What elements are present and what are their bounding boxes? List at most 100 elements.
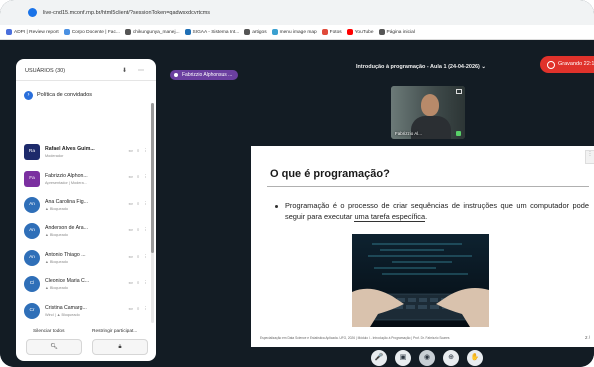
bookmark-item[interactable]: ADPI | Review report bbox=[6, 29, 59, 35]
more-icon[interactable]: ⋮ bbox=[144, 174, 149, 180]
participant-row[interactable]: Fa Fabrizzio Alphon... Apresentador | Mode… bbox=[22, 165, 154, 191]
more-icon[interactable]: ⋮ bbox=[144, 280, 149, 286]
restrict-label: Restringir participat... bbox=[92, 329, 138, 334]
participant-name: Cristina Camarg... bbox=[45, 304, 87, 311]
meeting-title[interactable]: Introdução à programação - Aula 1 (24-04… bbox=[356, 64, 486, 70]
search-icon[interactable]: ○ bbox=[137, 201, 140, 207]
search-icon[interactable]: ○ bbox=[137, 148, 140, 154]
participant-controls: ▭ ○ ⋮ bbox=[129, 201, 148, 207]
participant-row[interactable]: An Ana Carolina Fig... ▲ Bloqueado ▭ ○ ⋮ bbox=[22, 192, 154, 218]
search-icon[interactable]: ○ bbox=[137, 174, 140, 180]
participant-row[interactable]: Cr Cristina Camarg... Wind | ▲ Bloqueado ▭ ○… bbox=[22, 297, 154, 323]
more-icon[interactable]: ⋯ bbox=[138, 67, 144, 74]
search-icon[interactable]: ○ bbox=[137, 227, 140, 233]
participant-controls: ▭ ○ ⋮ bbox=[129, 148, 148, 154]
mic-active-icon bbox=[456, 131, 461, 136]
participants-scrollbar[interactable] bbox=[151, 103, 154, 323]
participant-row[interactable]: An Antonio Thiago ... ▲ Bloqueado ▭ ○ ⋮ bbox=[22, 245, 154, 271]
conference-app: USUÁRIOS (30) ⬇ ⋯ › Política de convidad… bbox=[0, 40, 594, 367]
recording-button[interactable]: Gravando 22:1 bbox=[540, 56, 594, 73]
guest-policy-icon: › bbox=[24, 90, 33, 100]
bookmark-item[interactable]: Corpo Docente | Fac... bbox=[63, 29, 120, 35]
chat-icon[interactable]: ▭ bbox=[129, 280, 133, 286]
browser-address-bar[interactable]: live-cnd15.mconf.rnp.br/html5client/?ses… bbox=[0, 0, 594, 25]
expand-icon[interactable] bbox=[456, 89, 462, 94]
slide-bullet: Programação é o processo de criar sequên… bbox=[273, 201, 589, 222]
avatar: An bbox=[24, 223, 40, 240]
presentation-slide: ⋮ O que é programação? Programação é o p… bbox=[251, 146, 594, 347]
scrollbar-thumb[interactable] bbox=[151, 103, 154, 253]
bookmark-item[interactable]: SIGAA - Sistema Int... bbox=[184, 29, 239, 35]
bookmark-label: YouTube bbox=[354, 29, 374, 35]
more-icon[interactable]: ⋮ bbox=[144, 201, 149, 207]
meeting-controls: 🎤 ▣ ◉ ⊕ ✋ bbox=[371, 350, 483, 366]
chat-icon[interactable]: ▭ bbox=[129, 148, 133, 154]
raise-hand-button[interactable]: ✋ bbox=[467, 350, 483, 366]
screen-share-button[interactable]: ▣ bbox=[395, 350, 411, 366]
mute-all-button[interactable]: 🔍︎ bbox=[26, 339, 82, 355]
slide-divider bbox=[267, 186, 589, 187]
restrict-button[interactable]: 🔒︎ bbox=[92, 339, 148, 355]
screen-frame: live-cnd15.mconf.rnp.br/html5client/?ses… bbox=[0, 0, 594, 367]
chat-icon[interactable]: ▭ bbox=[129, 306, 133, 312]
guest-policy-item[interactable]: › Política de convidados bbox=[24, 89, 152, 101]
bookmark-item[interactable]: menu image map bbox=[271, 29, 317, 35]
bookmark-label: Corpo Docente | Fac... bbox=[71, 29, 120, 35]
participant-controls: ▭ ○ ⋮ bbox=[129, 254, 148, 260]
participant-role: ▲ Bloqueado bbox=[45, 259, 68, 264]
chat-icon[interactable]: ▭ bbox=[129, 174, 133, 180]
avatar: An bbox=[24, 196, 40, 213]
more-icon[interactable]: ⋮ bbox=[144, 254, 149, 260]
participant-row[interactable]: An Anderson de Ara... ▲ Bloqueado ▭ ○ ⋮ bbox=[22, 218, 154, 244]
users-panel-header: USUÁRIOS (30) ⬇ ⋯ bbox=[16, 59, 156, 81]
participant-row[interactable]: Ra Rafael Alves Guim... Moderador ▭ ○ ⋮ bbox=[22, 139, 154, 165]
presenter-pill[interactable]: Fabrizzio Alphonsus ... bbox=[170, 70, 239, 80]
bookmark-icon bbox=[346, 29, 353, 35]
search-icon[interactable]: ○ bbox=[137, 280, 140, 286]
slide-tools-icon[interactable]: ⋮ bbox=[585, 150, 594, 164]
users-panel: USUÁRIOS (30) ⬇ ⋯ › Política de convidad… bbox=[16, 59, 156, 361]
participants-list: Ra Rafael Alves Guim... Moderador ▭ ○ ⋮ Fa Fabr… bbox=[22, 139, 154, 325]
avatar: Cr bbox=[24, 302, 40, 319]
camera-button[interactable]: ◉ bbox=[419, 350, 435, 366]
participant-role: ▲ Bloqueado bbox=[45, 286, 68, 291]
more-icon[interactable]: ⋮ bbox=[144, 227, 149, 233]
microphone-button[interactable]: 🎤 bbox=[371, 350, 387, 366]
presentation-button[interactable]: ⊕ bbox=[443, 350, 459, 366]
slide-footer: Especialização em Data Science e Estatís… bbox=[260, 336, 450, 340]
bookmark-item[interactable]: Fotos bbox=[321, 29, 342, 35]
url-text[interactable]: live-cnd15.mconf.rnp.br/html5client/?ses… bbox=[43, 10, 210, 16]
bookmark-item[interactable]: artigos bbox=[244, 29, 267, 35]
bookmark-label: chikungunya_manej... bbox=[132, 29, 180, 35]
participant-role: Apresentador | Modera... bbox=[45, 180, 87, 185]
users-panel-footer: Silenciar todos Restringir participat...… bbox=[16, 329, 156, 361]
bookmark-icon bbox=[244, 29, 251, 35]
chat-icon[interactable]: ▭ bbox=[129, 254, 133, 260]
hands-keyboard-illustration bbox=[352, 234, 489, 327]
bookmark-icon bbox=[321, 29, 328, 35]
avatar: Fa bbox=[24, 170, 40, 187]
participant-role: ▲ Bloqueado bbox=[45, 233, 68, 238]
webcam-name: Fabrizzio Al... bbox=[395, 131, 423, 136]
more-icon[interactable]: ⋮ bbox=[144, 148, 149, 154]
bookmark-item[interactable]: YouTube bbox=[346, 29, 374, 35]
search-icon[interactable]: ○ bbox=[137, 306, 140, 312]
bookmark-icon bbox=[184, 29, 191, 35]
participant-name: Antonio Thiago ... bbox=[45, 251, 86, 258]
person-head bbox=[421, 94, 439, 116]
chat-icon[interactable]: ▭ bbox=[129, 201, 133, 207]
chat-icon[interactable]: ▭ bbox=[129, 227, 133, 233]
bookmark-item[interactable]: chikungunya_manej... bbox=[124, 29, 180, 35]
bookmark-label: Fotos bbox=[329, 29, 342, 35]
participant-row[interactable]: Cl Cleonice Maria C... ▲ Bloqueado ▭ ○ ⋮ bbox=[22, 271, 154, 297]
bookmark-item[interactable]: Página inicial bbox=[378, 29, 415, 35]
bookmark-label: artigos bbox=[252, 29, 267, 35]
guest-policy-label: Política de convidados bbox=[37, 92, 93, 98]
download-icon[interactable]: ⬇ bbox=[122, 67, 127, 74]
presenter-webcam[interactable]: Fabrizzio Al... bbox=[391, 86, 465, 139]
participant-row[interactable]: DaDanilo Barros M...▲ Bloqueado▭○⋮ bbox=[22, 324, 154, 325]
search-icon[interactable]: ○ bbox=[137, 254, 140, 260]
bookmark-icon bbox=[6, 29, 12, 35]
users-title: USUÁRIOS (30) bbox=[25, 68, 66, 74]
more-icon[interactable]: ⋮ bbox=[144, 306, 149, 312]
